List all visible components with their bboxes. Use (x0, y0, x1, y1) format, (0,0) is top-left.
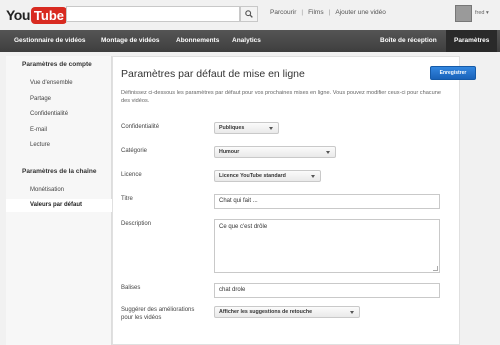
chevron-down-icon (269, 127, 273, 130)
title-field[interactable]: Chat qui fait ... (214, 194, 440, 209)
nav-video-manager[interactable]: Gestionnaire de vidéos (14, 30, 86, 52)
category-select[interactable]: Humour (214, 146, 336, 158)
youtube-logo[interactable]: You Tube (6, 5, 67, 25)
nav-video-editor[interactable]: Montage de vidéos (101, 30, 160, 52)
search-input[interactable] (66, 6, 240, 22)
category-value: Humour (219, 149, 240, 155)
save-button[interactable]: Enregistrer (430, 66, 476, 80)
enhance-select[interactable]: Afficher les suggestions de retouche (214, 306, 360, 318)
description-label: Description (121, 221, 152, 227)
privacy-select[interactable]: Publiques (214, 122, 279, 134)
tags-field[interactable]: chat drole (214, 283, 440, 298)
category-label: Catégorie (121, 148, 148, 154)
search-button[interactable] (240, 6, 258, 22)
separator: | (328, 9, 331, 16)
license-label: Licence (121, 172, 142, 178)
privacy-label: Confidentialité (121, 124, 160, 130)
link-browse[interactable]: Parcourir (270, 9, 296, 16)
title-label: Titre (121, 196, 133, 202)
chevron-down-icon (311, 175, 315, 178)
sidebar-item-monetization[interactable]: Monétisation (30, 187, 64, 193)
sidebar-item-sharing[interactable]: Partage (30, 96, 51, 102)
sidebar-item-defaults-label: Valeurs par défaut (30, 202, 83, 208)
nav-inbox[interactable]: Boîte de réception (380, 30, 437, 52)
license-select[interactable]: Licence YouTube standard (214, 170, 321, 182)
sidebar-heading-channel: Paramètres de la chaîne (22, 168, 97, 175)
nav-settings[interactable]: Paramètres (446, 30, 498, 52)
sidebar-item-playback[interactable]: Lecture (30, 142, 50, 148)
username-label: fred (475, 10, 485, 16)
sidebar-item-privacy[interactable]: Confidentialité (30, 111, 68, 117)
username-menu[interactable]: fred ▾ (475, 10, 489, 16)
enhance-value: Afficher les suggestions de retouche (219, 309, 313, 315)
description-field[interactable]: Ce que c'est drôle (214, 219, 440, 273)
page-title: Paramètres par défaut de mise en ligne (121, 68, 305, 80)
separator: | (301, 9, 304, 16)
link-movies[interactable]: Films (308, 9, 324, 16)
intro-text: Définissez ci-dessous les paramètres par… (121, 90, 441, 104)
nav-subscriptions[interactable]: Abonnements (176, 30, 219, 52)
sidebar-item-overview[interactable]: Vue d'ensemble (30, 80, 73, 86)
top-links: Parcourir | Films | Ajouter une vidéo (270, 9, 386, 16)
chevron-down-icon (350, 311, 354, 314)
sidebar-heading-account: Paramètres de compte (22, 61, 92, 68)
search-icon (245, 10, 253, 18)
nav-analytics[interactable]: Analytics (232, 30, 261, 52)
link-upload[interactable]: Ajouter une vidéo (335, 9, 386, 16)
privacy-value: Publiques (219, 125, 245, 131)
description-value: Ce que c'est drôle (219, 224, 268, 230)
logo-tube-text: Tube (30, 6, 67, 24)
resize-handle-icon[interactable] (433, 266, 438, 271)
enhance-label: Suggérer des améliorations pour les vidé… (121, 307, 195, 321)
tags-label: Balises (121, 285, 141, 291)
logo-you-text: You (6, 7, 30, 23)
chevron-down-icon (326, 151, 330, 154)
avatar[interactable] (455, 5, 472, 22)
sidebar-item-email[interactable]: E-mail (30, 127, 47, 133)
license-value: Licence YouTube standard (219, 173, 286, 179)
